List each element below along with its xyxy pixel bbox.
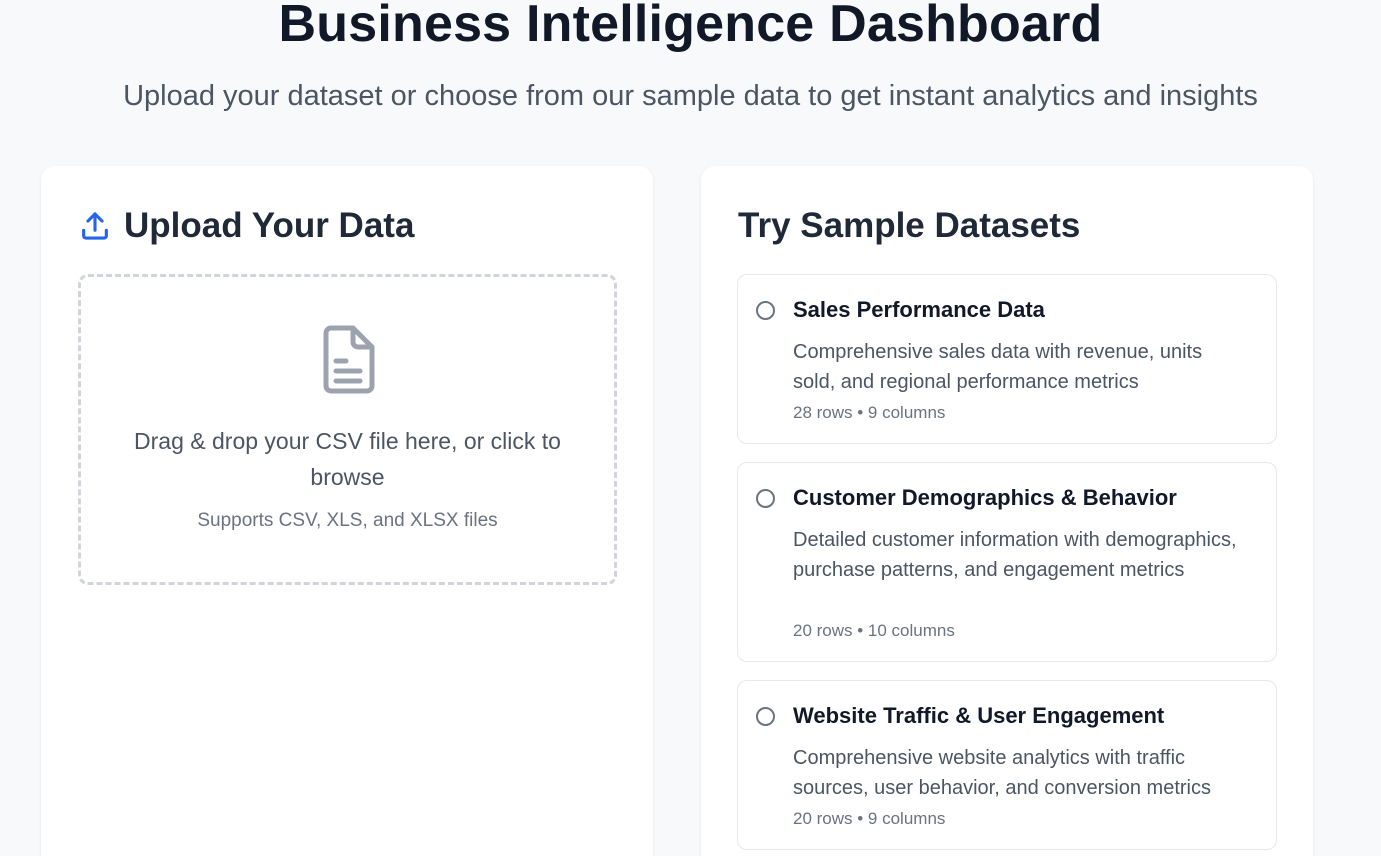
dataset-option-customers[interactable]: Customer Demographics & Behavior Detaile… bbox=[737, 462, 1277, 662]
dropzone-support-text: Supports CSV, XLS, and XLSX files bbox=[197, 510, 498, 531]
radio-button[interactable] bbox=[756, 301, 775, 320]
upload-card-header: Upload Your Data bbox=[78, 206, 414, 246]
page: Business Intelligence Dashboard Upload y… bbox=[0, 0, 1381, 856]
dataset-meta: 28 rows • 9 columns bbox=[793, 403, 946, 422]
dataset-description: Detailed customer information with demog… bbox=[793, 529, 1237, 581]
dataset-meta: 20 rows • 9 columns bbox=[793, 809, 946, 828]
dataset-description: Comprehensive website analytics with tra… bbox=[793, 747, 1211, 799]
page-subtitle: Upload your dataset or choose from our s… bbox=[123, 80, 1258, 112]
dataset-title: Website Traffic & User Engagement bbox=[793, 703, 1165, 728]
dataset-description: Comprehensive sales data with revenue, u… bbox=[793, 341, 1203, 393]
file-dropzone[interactable]: Drag & drop your CSV file here, or click… bbox=[78, 274, 617, 585]
dataset-option-website[interactable]: Website Traffic & User Engagement Compre… bbox=[737, 680, 1277, 850]
upload-card: Upload Your Data Drag & drop your CSV fi… bbox=[41, 166, 653, 856]
upload-icon bbox=[78, 209, 112, 243]
samples-card: Try Sample Datasets Sales Performance Da… bbox=[701, 166, 1313, 856]
dropzone-instruction: Drag & drop your CSV file here, or click… bbox=[134, 428, 561, 490]
dataset-option-sales[interactable]: Sales Performance Data Comprehensive sal… bbox=[737, 274, 1277, 444]
dataset-title: Sales Performance Data bbox=[793, 297, 1045, 322]
radio-button[interactable] bbox=[756, 707, 775, 726]
upload-heading: Upload Your Data bbox=[124, 206, 415, 245]
dataset-meta: 20 rows • 10 columns bbox=[793, 621, 955, 640]
radio-button[interactable] bbox=[756, 489, 775, 508]
dataset-title: Customer Demographics & Behavior bbox=[793, 485, 1177, 510]
samples-heading: Try Sample Datasets bbox=[738, 206, 1081, 245]
samples-card-header: Try Sample Datasets bbox=[738, 206, 1080, 246]
page-title: Business Intelligence Dashboard bbox=[278, 0, 1103, 53]
file-icon bbox=[318, 325, 378, 395]
